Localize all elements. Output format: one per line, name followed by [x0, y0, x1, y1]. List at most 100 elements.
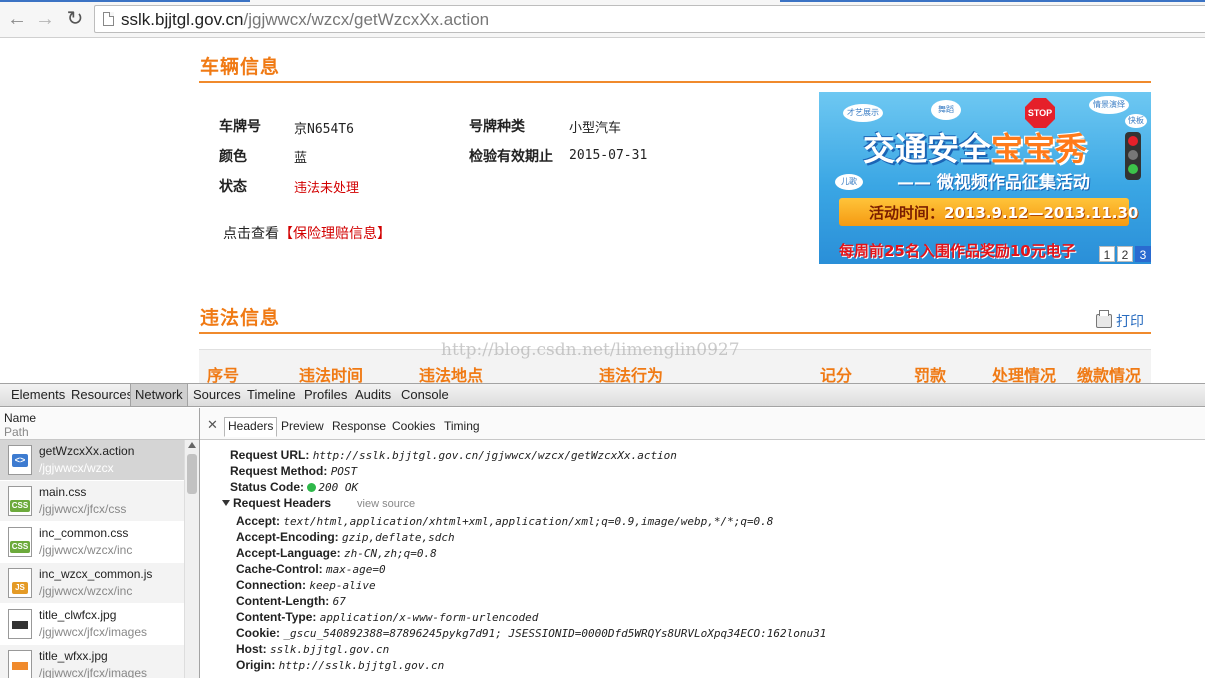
column-path: Path	[4, 425, 29, 439]
banner-title-a: 交通安全	[863, 130, 992, 168]
vehicle-info-title: 车辆信息	[200, 56, 281, 78]
reload-icon[interactable]: ↻	[64, 8, 86, 30]
plate-type-value: 小型汽车	[569, 121, 622, 136]
image-file-icon	[8, 609, 32, 639]
disclosure-triangle-icon[interactable]	[222, 500, 230, 506]
color-value: 蓝	[294, 151, 308, 166]
back-arrow-icon[interactable]: ←	[6, 8, 28, 30]
header-value: text/html,application/xhtml+xml,applicat…	[283, 515, 774, 528]
vehicle-info-divider	[199, 81, 1151, 83]
header-value: max-age=0	[326, 563, 386, 576]
banner-page-1[interactable]: 1	[1099, 246, 1115, 262]
request-row[interactable]: inc_common.css /jgjwwcx/wzcx/inc	[0, 522, 184, 563]
request-path: /jgjwwcx/wzcx/inc	[39, 543, 133, 557]
header-value: keep-alive	[309, 579, 376, 592]
browser-toolbar: ← → ↻ sslk.bjjtgl.gov.cn/jgjwwcx/wzcx/ge…	[0, 0, 1205, 38]
tab-strip-edge	[0, 0, 250, 2]
forward-arrow-icon[interactable]: →	[34, 8, 56, 30]
tab-response[interactable]: Response	[332, 419, 386, 433]
column-name: Name	[4, 411, 37, 425]
url-path: /jgjwwcx/wzcx/getWzcxXx.action	[243, 10, 490, 29]
request-list-scrollbar[interactable]	[184, 440, 199, 678]
header-row: Host: sslk.bjjtgl.gov.cn	[236, 642, 389, 656]
header-row: Accept-Language: zh-CN,zh;q=0.8	[236, 546, 437, 560]
banner-cloud: 快板	[1125, 114, 1147, 128]
request-row[interactable]: getWzcxXx.action /jgjwwcx/wzcx	[0, 440, 184, 481]
tab-sources[interactable]: Sources	[189, 384, 245, 406]
banner-cloud: 儿歌	[835, 174, 863, 190]
request-name: inc_common.css	[39, 526, 129, 540]
close-icon[interactable]: ✕	[207, 417, 218, 433]
banner-time: 活动时间：2013.9.12—2013.11.30	[869, 202, 1138, 223]
tab-resources[interactable]: Resources	[67, 384, 137, 406]
print-button[interactable]: 打印	[1096, 310, 1144, 331]
banner-title-b: 宝宝秀	[991, 130, 1088, 168]
banner-cloud: 才艺展示	[843, 104, 883, 122]
header-value: sslk.bjjtgl.gov.cn	[270, 643, 390, 656]
banner-bottom-text: 每周前25名入围作品奖励10元电子	[839, 242, 1076, 260]
insurance-line: 点击查看【保险理赔信息】	[223, 223, 391, 243]
tab-preview[interactable]: Preview	[281, 419, 324, 433]
header-key: Cache-Control:	[236, 562, 323, 576]
header-value: POST	[330, 465, 358, 478]
request-list-header[interactable]: Name Path	[0, 408, 199, 440]
request-details: ✕ Headers Preview Response Cookies Timin…	[200, 408, 1205, 678]
tab-cookies[interactable]: Cookies	[392, 419, 435, 433]
header-key: Status Code:	[230, 480, 305, 494]
header-key: Accept-Encoding:	[236, 530, 339, 544]
header-value: 200 OK	[318, 481, 359, 494]
tab-timing[interactable]: Timing	[444, 419, 480, 433]
header-key: Request URL:	[230, 448, 310, 462]
request-name: title_clwfcx.jpg	[39, 608, 117, 622]
tab-console[interactable]: Console	[397, 384, 453, 406]
violation-info-title: 违法信息	[200, 307, 281, 329]
tab-profiles[interactable]: Profiles	[300, 384, 351, 406]
header-row: Accept: text/html,application/xhtml+xml,…	[236, 514, 773, 528]
plate-value: 京N654T6	[294, 122, 354, 137]
tab-headers[interactable]: Headers	[224, 417, 278, 437]
address-bar[interactable]: sslk.bjjtgl.gov.cn/jgjwwcx/wzcx/getWzcxX…	[94, 5, 1205, 33]
tab-audits[interactable]: Audits	[351, 384, 395, 406]
tab-elements[interactable]: Elements	[7, 384, 69, 406]
header-row: Cookie: _gscu_540892388=87896245pykg7d91…	[236, 626, 826, 640]
request-name: title_wfxx.jpg	[39, 649, 108, 663]
scroll-up-arrow-icon[interactable]	[188, 442, 196, 448]
request-row[interactable]: inc_wzcx_common.js /jgjwwcx/wzcx/inc	[0, 563, 184, 604]
header-key: Origin:	[236, 658, 276, 672]
promo-banner[interactable]: 才艺展示 舞蹈 情景演绎 儿歌 快板 STOP 交通安全宝宝秀 —— 微视频作品…	[819, 92, 1151, 264]
view-source-link[interactable]: view source	[357, 498, 415, 510]
banner-page-3[interactable]: 3	[1135, 246, 1151, 262]
banner-page-2[interactable]: 2	[1117, 246, 1133, 262]
request-list: Name Path getWzcxXx.action /jgjwwcx/wzcx…	[0, 408, 200, 678]
header-value: http://sslk.bjjtgl.gov.cn/jgjwwcx/wzcx/g…	[312, 449, 677, 462]
request-headers-toggle[interactable]: Request Headers view source	[222, 496, 415, 510]
header-row: Content-Length: 67	[236, 594, 346, 608]
header-value: 67	[332, 595, 346, 608]
header-value: _gscu_540892388=87896245pykg7d91; JSESSI…	[283, 627, 827, 640]
status-code-line: Status Code: 200 OK	[230, 480, 358, 494]
status-ok-icon	[307, 483, 317, 492]
banner-subtitle: —— 微视频作品征集活动	[897, 173, 1090, 193]
request-row[interactable]: main.css /jgjwwcx/jfcx/css	[0, 481, 184, 522]
request-row[interactable]: title_wfxx.jpg /jgjwwcx/jfcx/images	[0, 645, 184, 678]
header-row: Content-Type: application/x-www-form-url…	[236, 610, 538, 624]
scrollbar-thumb[interactable]	[187, 454, 197, 494]
color-label: 颜色	[219, 149, 247, 165]
request-row[interactable]: title_clwfcx.jpg /jgjwwcx/jfcx/images	[0, 604, 184, 645]
header-key: Cookie:	[236, 626, 281, 640]
js-file-icon	[8, 568, 32, 598]
request-path: /jgjwwcx/jfcx/css	[39, 502, 127, 516]
insurance-link[interactable]: 【保险理赔信息】	[279, 226, 391, 242]
traffic-light-icon	[1125, 132, 1141, 180]
header-value: gzip,deflate,sdch	[342, 531, 455, 544]
watermark: http://blog.csdn.net/limenglin0927	[441, 340, 740, 360]
devtools-panel: Elements Resources Network Sources Timel…	[0, 383, 1205, 678]
tab-network[interactable]: Network	[130, 384, 188, 406]
tab-timeline[interactable]: Timeline	[243, 384, 300, 406]
print-label: 打印	[1116, 314, 1144, 330]
header-key: Accept-Language:	[236, 546, 341, 560]
request-path: /jgjwwcx/jfcx/images	[39, 666, 148, 678]
html-file-icon	[8, 445, 32, 475]
url-text[interactable]: sslk.bjjtgl.gov.cn/jgjwwcx/wzcx/getWzcxX…	[121, 10, 489, 30]
banner-cloud: 舞蹈	[931, 100, 961, 120]
